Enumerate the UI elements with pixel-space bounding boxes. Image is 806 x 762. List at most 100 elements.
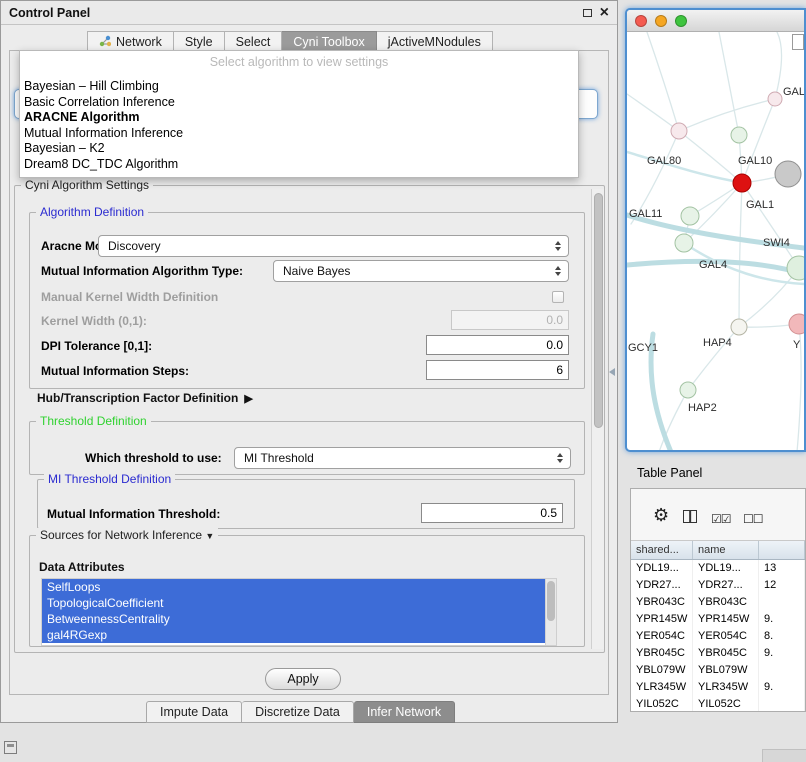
network-node[interactable]: [775, 161, 801, 187]
table-row[interactable]: YDL19...YDL19...13: [631, 560, 805, 577]
float-window-icon[interactable]: [583, 9, 592, 17]
table-cell: YBR045C: [631, 645, 693, 662]
which-threshold-value: MI Threshold: [244, 451, 314, 465]
algorithm-option[interactable]: Basic Correlation Inference: [20, 95, 578, 111]
scrollbar-thumb[interactable]: [594, 193, 603, 428]
table-panel-title: Table Panel: [625, 460, 806, 486]
kernel-width-label: Kernel Width (0,1):: [41, 313, 147, 329]
dpi-tolerance-field[interactable]: 0.0: [426, 335, 569, 355]
table-toolbar: ⚙ ☑☑ ☐☐: [631, 489, 805, 541]
aracne-mode-select[interactable]: Discovery: [98, 235, 569, 257]
table-row[interactable]: YDR27...YDR27...12: [631, 577, 805, 594]
network-node[interactable]: [731, 127, 747, 143]
table-cell: YER054C: [693, 628, 759, 645]
table-cell: YER054C: [631, 628, 693, 645]
network-node[interactable]: [789, 314, 804, 334]
algorithm-option[interactable]: ARACNE Algorithm: [20, 110, 578, 126]
table-cell: YLR345W: [631, 679, 693, 696]
data-attributes-label: Data Attributes: [39, 560, 125, 574]
apply-button[interactable]: Apply: [265, 668, 341, 690]
close-traffic-light-icon[interactable]: [635, 15, 647, 27]
algorithm-option[interactable]: Mutual Information Inference: [20, 126, 578, 142]
minimize-traffic-light-icon[interactable]: [655, 15, 667, 27]
sources-group-title[interactable]: Sources for Network Inference ▼: [36, 528, 218, 542]
network-edge: [742, 183, 799, 268]
table-cell: YDR27...: [693, 577, 759, 594]
hub-definition-toggle[interactable]: Hub/Transcription Factor Definition ▶: [37, 391, 253, 405]
column-header-extra[interactable]: [759, 541, 805, 559]
column-header-shared-name[interactable]: shared...: [631, 541, 693, 559]
network-canvas[interactable]: GALGAL80GAL10GAL11GAL1SWI4GAL4GCY1HAP4YH…: [627, 32, 804, 452]
table-row[interactable]: YBL079WYBL079W: [631, 662, 805, 679]
table-cell: [759, 594, 805, 611]
table-cell: 9.: [759, 611, 805, 628]
table-row[interactable]: YLR345WYLR345W9.: [631, 679, 805, 696]
table-cell: YPR145W: [631, 611, 693, 628]
mi-steps-field[interactable]: 6: [426, 360, 569, 380]
network-edge: [739, 183, 742, 327]
table-cell: YPR145W: [693, 611, 759, 628]
control-panel-titlebar: Control Panel ×: [1, 1, 617, 25]
network-node[interactable]: [787, 256, 804, 280]
network-node[interactable]: [680, 382, 696, 398]
table-cell: 9.: [759, 645, 805, 662]
columns-icon[interactable]: [683, 510, 697, 523]
network-node[interactable]: [733, 174, 751, 192]
dropdown-arrows-icon: [555, 241, 561, 251]
mi-steps-label: Mutual Information Steps:: [41, 363, 189, 379]
data-attributes-list[interactable]: SelfLoopsTopologicalCoefficientBetweenne…: [41, 578, 557, 646]
select-all-checkboxes-icon[interactable]: ☑☑: [711, 511, 731, 527]
clear-all-checkboxes-icon[interactable]: ☐☐: [743, 511, 763, 527]
attribute-list-item[interactable]: SelfLoops: [42, 579, 545, 595]
mi-threshold-field[interactable]: 0.5: [421, 503, 563, 523]
tab-infer-network[interactable]: Infer Network: [354, 701, 455, 723]
network-node[interactable]: [675, 234, 693, 252]
mi-algorithm-type-select[interactable]: Naive Bayes: [273, 260, 569, 282]
node-label: GAL1: [746, 199, 774, 211]
algorithm-option[interactable]: Bayesian – Hill Climbing: [20, 79, 578, 95]
list-scrollbar[interactable]: [545, 579, 556, 645]
node-label: HAP2: [688, 402, 717, 414]
network-node[interactable]: [671, 123, 687, 139]
scrollbar-thumb[interactable]: [547, 581, 555, 621]
algorithm-options-list: Bayesian – Hill ClimbingBasic Correlatio…: [20, 79, 578, 172]
table-row[interactable]: YBR043CYBR043C: [631, 594, 805, 611]
network-edge: [742, 99, 775, 183]
network-node[interactable]: [768, 92, 782, 106]
table-cell: 9.: [759, 679, 805, 696]
close-icon[interactable]: ×: [600, 6, 609, 20]
algorithm-option[interactable]: Bayesian – K2: [20, 141, 578, 157]
algorithm-option[interactable]: Dream8 DC_TDC Algorithm: [20, 157, 578, 173]
table-row[interactable]: YBR045CYBR045C9.: [631, 645, 805, 662]
network-edge: [775, 32, 782, 99]
tab-discretize-data[interactable]: Discretize Data: [242, 701, 354, 723]
table-row[interactable]: YER054CYER054C8.: [631, 628, 805, 645]
tab-impute-data[interactable]: Impute Data: [146, 701, 242, 723]
attribute-list-item[interactable]: gal4RGexp: [42, 627, 545, 643]
table-cell: YBL079W: [631, 662, 693, 679]
settings-scrollbar[interactable]: [591, 189, 604, 649]
group-title: Cyni Algorithm Settings: [21, 178, 153, 192]
group-title: MI Threshold Definition: [44, 472, 175, 486]
which-threshold-select[interactable]: MI Threshold: [234, 447, 571, 469]
kernel-width-field: 0.0: [451, 310, 569, 330]
node-label: Y: [793, 339, 801, 351]
network-window-titlebar[interactable]: [627, 10, 804, 32]
attribute-list-item[interactable]: BetweennessCentrality: [42, 611, 545, 627]
table-header: shared... name: [631, 541, 805, 560]
zoom-traffic-light-icon[interactable]: [675, 15, 687, 27]
restore-panel-icon[interactable]: [4, 741, 17, 754]
network-node[interactable]: [731, 319, 747, 335]
network-node[interactable]: [681, 207, 699, 225]
node-label: GCY1: [628, 342, 658, 354]
column-header-name[interactable]: name: [693, 541, 759, 559]
network-edge: [647, 32, 679, 131]
gear-icon[interactable]: ⚙: [653, 507, 669, 523]
splitter-collapse-arrow[interactable]: [609, 368, 615, 376]
group-title: Threshold Definition: [36, 414, 151, 428]
table-row[interactable]: YPR145WYPR145W9.: [631, 611, 805, 628]
table-cell: YDL19...: [631, 560, 693, 577]
attribute-list-item[interactable]: TopologicalCoefficient: [42, 595, 545, 611]
table-row[interactable]: YIL052CYIL052C: [631, 696, 805, 712]
network-view-window: GALGAL80GAL10GAL11GAL1SWI4GAL4GCY1HAP4YH…: [625, 8, 806, 452]
